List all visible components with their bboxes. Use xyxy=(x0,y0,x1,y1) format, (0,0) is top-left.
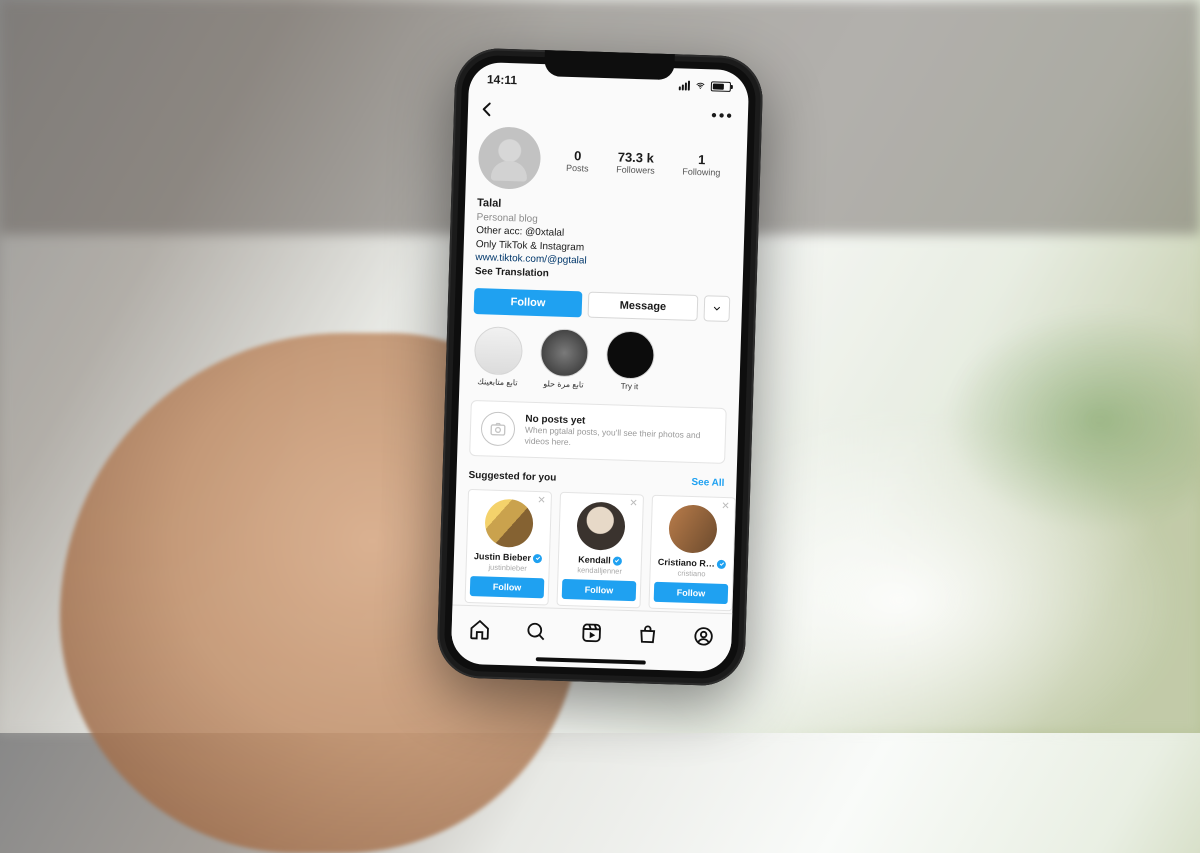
story-highlights: تابع متابعينك تابع مرة حلو Try it xyxy=(471,326,729,394)
phone-frame: 14:11 ••• 0 Posts xyxy=(436,47,764,686)
suggestion-handle: justinbieber xyxy=(471,562,545,573)
home-indicator[interactable] xyxy=(536,657,646,664)
suggested-heading: Suggested for you xyxy=(468,470,556,484)
status-icons xyxy=(679,80,731,92)
see-all-link[interactable]: See All xyxy=(691,477,724,489)
profile-content: 0 Posts 73.3 k Followers 1 Following Tal… xyxy=(452,125,747,613)
follow-button[interactable]: Follow xyxy=(474,288,583,317)
wifi-icon xyxy=(694,80,707,90)
cellular-icon xyxy=(679,80,690,90)
stat-followers-value: 73.3 k xyxy=(616,148,655,164)
suggested-header: Suggested for you See All xyxy=(468,470,724,489)
tab-profile[interactable] xyxy=(692,624,715,647)
suggestion-name: Cristiano R… xyxy=(658,557,726,569)
suggestion-handle: cristiano xyxy=(654,568,728,579)
stat-following-value: 1 xyxy=(682,150,720,166)
suggestion-name: Justin Bieber xyxy=(474,551,542,563)
chevron-left-icon xyxy=(477,99,498,120)
suggestion-avatar xyxy=(484,498,533,547)
phone-notch xyxy=(544,50,675,80)
highlight[interactable]: تابع متابعينك xyxy=(471,326,525,388)
suggestion-handle: kendalljenner xyxy=(562,565,636,576)
tab-reels[interactable] xyxy=(580,621,603,644)
profile-avatar[interactable] xyxy=(478,126,542,190)
verified-icon xyxy=(613,556,622,565)
more-button[interactable]: ••• xyxy=(711,107,740,126)
suggestion-card[interactable]: ✕ Justin Bieber justinbieber Follow xyxy=(465,489,553,606)
highlight[interactable]: Try it xyxy=(603,330,657,392)
stat-followers-label: Followers xyxy=(616,163,655,174)
suggestion-follow-button[interactable]: Follow xyxy=(470,576,545,598)
status-time: 14:11 xyxy=(487,72,517,87)
stat-posts[interactable]: 0 Posts xyxy=(566,147,589,173)
suggestion-avatar xyxy=(576,501,625,550)
tab-shop[interactable] xyxy=(636,622,659,645)
dismiss-suggestion[interactable]: ✕ xyxy=(629,498,638,509)
back-button[interactable] xyxy=(476,97,499,120)
verified-icon xyxy=(533,553,542,562)
camera-icon xyxy=(480,411,515,446)
suggestion-follow-button[interactable]: Follow xyxy=(654,582,729,604)
dismiss-suggestion[interactable]: ✕ xyxy=(537,495,546,506)
profile-bio: Talal Personal blog Other acc: @0xtalal … xyxy=(475,196,733,286)
suggestion-card[interactable]: ✕ Kendall kendalljenner Follow xyxy=(556,492,644,609)
stat-posts-label: Posts xyxy=(566,162,589,173)
no-posts-card: No posts yet When pgtalal posts, you'll … xyxy=(469,400,727,464)
highlight[interactable]: تابع مرة حلو xyxy=(537,328,591,390)
stat-following[interactable]: 1 Following xyxy=(682,150,721,176)
tab-search[interactable] xyxy=(524,619,547,642)
chevron-down-icon xyxy=(712,303,722,313)
suggestion-card[interactable]: ✕ Cristiano R… cristiano Follow xyxy=(648,495,736,612)
stat-posts-value: 0 xyxy=(566,147,589,163)
stat-followers[interactable]: 73.3 k Followers xyxy=(616,148,655,174)
suggestion-name: Kendall xyxy=(578,554,622,565)
app-screen: 14:11 ••• 0 Posts xyxy=(451,61,750,671)
profile-row: 0 Posts 73.3 k Followers 1 Following xyxy=(478,126,736,196)
suggestions-toggle[interactable] xyxy=(703,295,730,322)
battery-icon xyxy=(711,81,731,92)
tab-bar xyxy=(451,604,732,659)
suggested-row[interactable]: ✕ Justin Bieber justinbieber Follow ✕ Ke… xyxy=(465,489,724,611)
dismiss-suggestion[interactable]: ✕ xyxy=(721,501,730,512)
profile-stats: 0 Posts 73.3 k Followers 1 Following xyxy=(552,146,735,177)
tab-home[interactable] xyxy=(468,617,491,640)
message-button[interactable]: Message xyxy=(588,291,699,320)
action-buttons: Follow Message xyxy=(474,288,731,322)
stat-following-label: Following xyxy=(682,165,720,176)
suggestion-follow-button[interactable]: Follow xyxy=(562,579,637,601)
verified-icon xyxy=(717,559,726,568)
suggestion-avatar xyxy=(668,504,717,553)
